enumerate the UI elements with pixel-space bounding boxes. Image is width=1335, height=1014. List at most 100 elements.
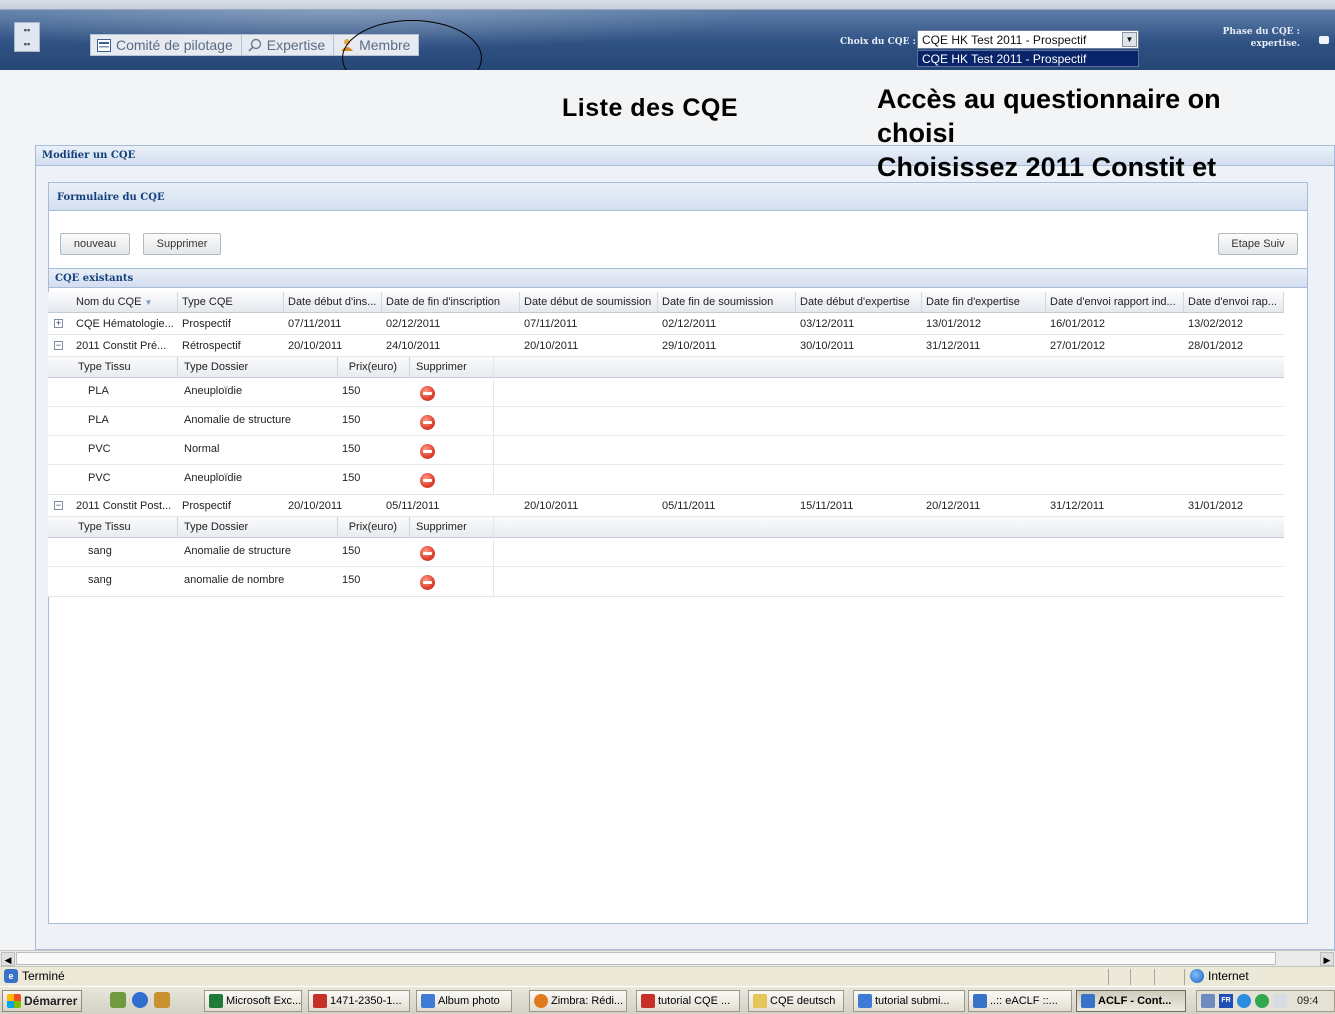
row-detail-grid: Type Tissu Type Dossier Prix(euro) Suppr… — [48, 517, 1284, 597]
col-prix: Prix(euro) — [338, 357, 410, 378]
windows-icon — [7, 994, 21, 1008]
col-date-fin-inscription[interactable]: Date de fin d'inscription — [382, 292, 520, 313]
media-icon[interactable] — [154, 992, 170, 1008]
browser-toolbar-remnant — [0, 0, 1335, 10]
quick-launch — [110, 992, 170, 1008]
firefox-icon — [534, 994, 548, 1008]
cell-date: 20/10/2011 — [288, 500, 343, 512]
existing-cqe-title: CQE existants — [48, 268, 1308, 288]
row-detail-grid: Type Tissu Type Dossier Prix(euro) Suppr… — [48, 357, 1284, 495]
col-date-debut-soumission[interactable]: Date début de soumission — [520, 292, 658, 313]
col-supprimer: Supprimer — [410, 517, 494, 538]
cqe-dropdown-option[interactable]: CQE HK Test 2011 - Prospectif — [917, 50, 1139, 67]
cell-date: 05/11/2011 — [386, 500, 440, 512]
cell-date: 27/01/2012 — [1050, 340, 1106, 352]
cell-date: 03/12/2011 — [800, 318, 855, 330]
status-left: e Terminé — [4, 969, 65, 983]
start-button[interactable]: Démarrer — [2, 990, 83, 1012]
cell-tissu: sang — [88, 545, 112, 557]
page-icon: e — [4, 969, 18, 983]
modify-cqe-panel: Modifier un CQE Formulaire du CQE nouvea… — [35, 145, 1335, 950]
antivirus-icon[interactable] — [1255, 994, 1269, 1008]
cell-date: 20/10/2011 — [524, 500, 579, 512]
delete-icon[interactable] — [420, 444, 435, 459]
delete-icon[interactable] — [420, 546, 435, 561]
cell-nom: CQE Hématologie... — [76, 318, 174, 330]
pdf-icon — [313, 994, 327, 1008]
cell-dossier: anomalie de nombre — [184, 574, 285, 586]
tab-expertise[interactable]: Expertise — [241, 34, 335, 56]
col-type-dossier: Type Dossier — [178, 517, 338, 538]
col-date-debut-expertise[interactable]: Date début d'expertise — [796, 292, 922, 313]
col-date-envoi-rapport[interactable]: Date d'envoi rap... — [1184, 292, 1284, 313]
system-tray: FR 09:4 — [1196, 990, 1335, 1012]
cell-prix: 150 — [342, 443, 361, 455]
delete-icon[interactable] — [420, 415, 435, 430]
phase-label: Phase du CQE : — [1222, 27, 1300, 37]
scroll-thumb[interactable] — [16, 952, 1276, 965]
cell-date: 05/11/2011 — [662, 500, 716, 512]
taskbar-item[interactable]: tutorial CQE ... — [636, 990, 740, 1012]
detail-row: PLA Anomalie de structure 150 — [48, 407, 1284, 436]
scroll-right-icon[interactable]: ▶ — [1320, 952, 1334, 966]
next-step-button[interactable]: Etape Suiv — [1218, 233, 1298, 255]
pdf-icon — [641, 994, 655, 1008]
divider — [1154, 969, 1155, 985]
scroll-left-icon[interactable]: ◀ — [1, 952, 15, 966]
desktop-icon[interactable] — [110, 992, 126, 1008]
expand-icon[interactable]: + — [54, 319, 63, 328]
collapse-icon[interactable]: − — [54, 501, 63, 510]
col-date-debut-inscription[interactable]: Date début d'ins... — [284, 292, 382, 313]
delete-icon[interactable] — [420, 575, 435, 590]
cqe-select[interactable]: CQE HK Test 2011 - Prospectif ▼ — [917, 30, 1139, 49]
cell-date: 16/01/2012 — [1050, 318, 1106, 330]
delete-button[interactable]: Supprimer — [143, 233, 221, 255]
annotation-line-3: Choisissez 2011 Constit et — [877, 152, 1217, 182]
taskbar-item[interactable]: Album photo — [416, 990, 512, 1012]
speaker-icon[interactable] — [1201, 994, 1215, 1008]
cell-type: Prospectif — [182, 318, 231, 330]
browser-icon[interactable] — [132, 992, 148, 1008]
col-date-envoi-rapport-ind[interactable]: Date d'envoi rapport ind... — [1046, 292, 1184, 313]
cell-prix: 150 — [342, 574, 361, 586]
new-button[interactable]: nouveau — [60, 233, 130, 255]
grid-header: Nom du CQE ▼ Type CQE Date début d'ins..… — [48, 292, 1284, 313]
taskbar-item[interactable]: Microsoft Exc... — [204, 990, 302, 1012]
taskbar-item[interactable]: tutorial submi... — [853, 990, 965, 1012]
search-icon — [248, 38, 262, 52]
taskbar-item[interactable]: 1471-2350-1... — [308, 990, 410, 1012]
phase-indicator-icon — [1319, 36, 1329, 44]
horizontal-scrollbar[interactable]: ◀ ▶ — [0, 950, 1335, 966]
taskbar-item[interactable]: ..:: eACLF ::... — [968, 990, 1072, 1012]
cell-prix: 150 — [342, 545, 361, 557]
cell-prix: 150 — [342, 414, 361, 426]
collapse-icon[interactable]: − — [54, 341, 63, 350]
delete-icon[interactable] — [420, 386, 435, 401]
table-row[interactable]: + CQE Hématologie... Prospectif 07/11/20… — [48, 313, 1284, 335]
browser-window: ▪▪ ▪▪ Comité de pilotage Expertise Membre — [0, 0, 1335, 1014]
table-row[interactable]: − 2011 Constit Pré... Rétrospectif 20/10… — [48, 335, 1284, 357]
cell-date: 02/12/2011 — [386, 318, 441, 330]
language-indicator[interactable]: FR — [1219, 994, 1233, 1008]
chevron-down-icon[interactable]: ▼ — [1122, 32, 1137, 47]
cell-dossier: Normal — [184, 443, 220, 455]
col-date-fin-soumission[interactable]: Date fin de soumission — [658, 292, 796, 313]
taskbar-item[interactable]: Zimbra: Rédi... — [529, 990, 627, 1012]
tab-comite-de-pilotage[interactable]: Comité de pilotage — [90, 34, 242, 56]
tray-app-icon[interactable] — [1273, 994, 1287, 1008]
col-nom-du-cqe[interactable]: Nom du CQE ▼ — [72, 292, 178, 313]
col-type-cqe[interactable]: Type CQE — [178, 292, 284, 313]
cell-prix: 150 — [342, 472, 361, 484]
cell-date: 30/10/2011 — [800, 340, 855, 352]
tab-membre[interactable]: Membre — [334, 34, 420, 56]
network-icon[interactable] — [1237, 994, 1251, 1008]
cell-type: Prospectif — [182, 500, 231, 512]
taskbar-item[interactable]: CQE deutsch — [748, 990, 844, 1012]
table-row[interactable]: − 2011 Constit Post... Prospectif 20/10/… — [48, 495, 1284, 517]
phase-info: Phase du CQE : expertise. — [1200, 26, 1300, 50]
taskbar-item-active[interactable]: ACLF - Cont... — [1076, 990, 1186, 1012]
cqe-select-value: CQE HK Test 2011 - Prospectif — [922, 32, 1087, 47]
col-date-fin-expertise[interactable]: Date fin d'expertise — [922, 292, 1046, 313]
ie-icon — [1081, 994, 1095, 1008]
delete-icon[interactable] — [420, 473, 435, 488]
